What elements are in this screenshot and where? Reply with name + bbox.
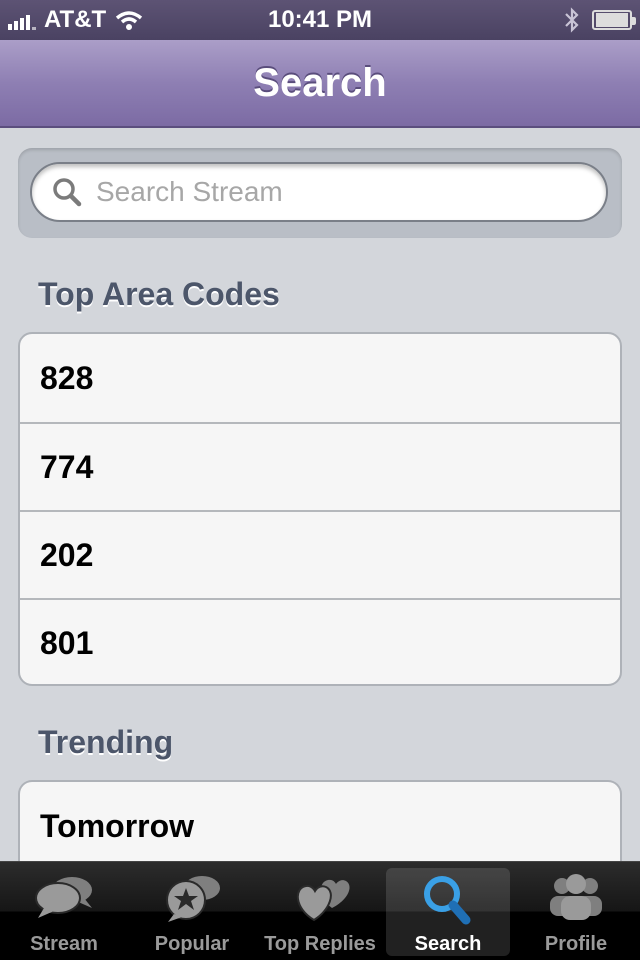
tab-label: Profile [544, 933, 608, 955]
tab-top-replies[interactable]: Top Replies [256, 862, 384, 960]
trending-header: Trending [38, 724, 174, 760]
search-bar [18, 148, 622, 238]
tab-label: Stream [30, 933, 98, 955]
tab-popular[interactable]: Popular [128, 862, 256, 960]
tab-bar: Stream Popular Top Replies Search Profil… [0, 861, 640, 960]
tab-label: Top Replies [264, 933, 376, 955]
status-bar: AT&T 10:41 PM [0, 0, 640, 40]
clock: 10:41 PM [267, 6, 373, 33]
tab-profile[interactable]: Profile [512, 862, 640, 960]
magnifier-icon [424, 876, 471, 925]
search-field-container[interactable] [30, 162, 608, 222]
people-icon [550, 874, 602, 920]
search-icon [53, 178, 82, 207]
navigation-bar: Search [0, 40, 640, 128]
list-item-trending[interactable]: Tomorrow [20, 782, 620, 870]
tab-label: Search [414, 933, 482, 955]
list-item-area-code[interactable]: 828 [20, 334, 620, 422]
hearts-icon [296, 879, 350, 922]
list-item-area-code[interactable]: 801 [20, 598, 620, 684]
bluetooth-icon [565, 7, 579, 33]
page-title: Search [253, 61, 387, 105]
chat-bubbles-icon [35, 877, 92, 918]
list-item-area-code[interactable]: 774 [20, 422, 620, 510]
search-input[interactable] [94, 175, 578, 209]
tab-search[interactable]: Search [384, 862, 512, 960]
list-item-area-code[interactable]: 202 [20, 510, 620, 598]
area-codes-list: 828 774 202 801 [18, 332, 622, 686]
battery-icon [592, 10, 636, 30]
area-codes-header: Top Area Codes [38, 276, 280, 312]
tab-stream[interactable]: Stream [0, 862, 128, 960]
tab-label: Popular [154, 933, 230, 955]
star-bubble-icon [166, 876, 220, 922]
